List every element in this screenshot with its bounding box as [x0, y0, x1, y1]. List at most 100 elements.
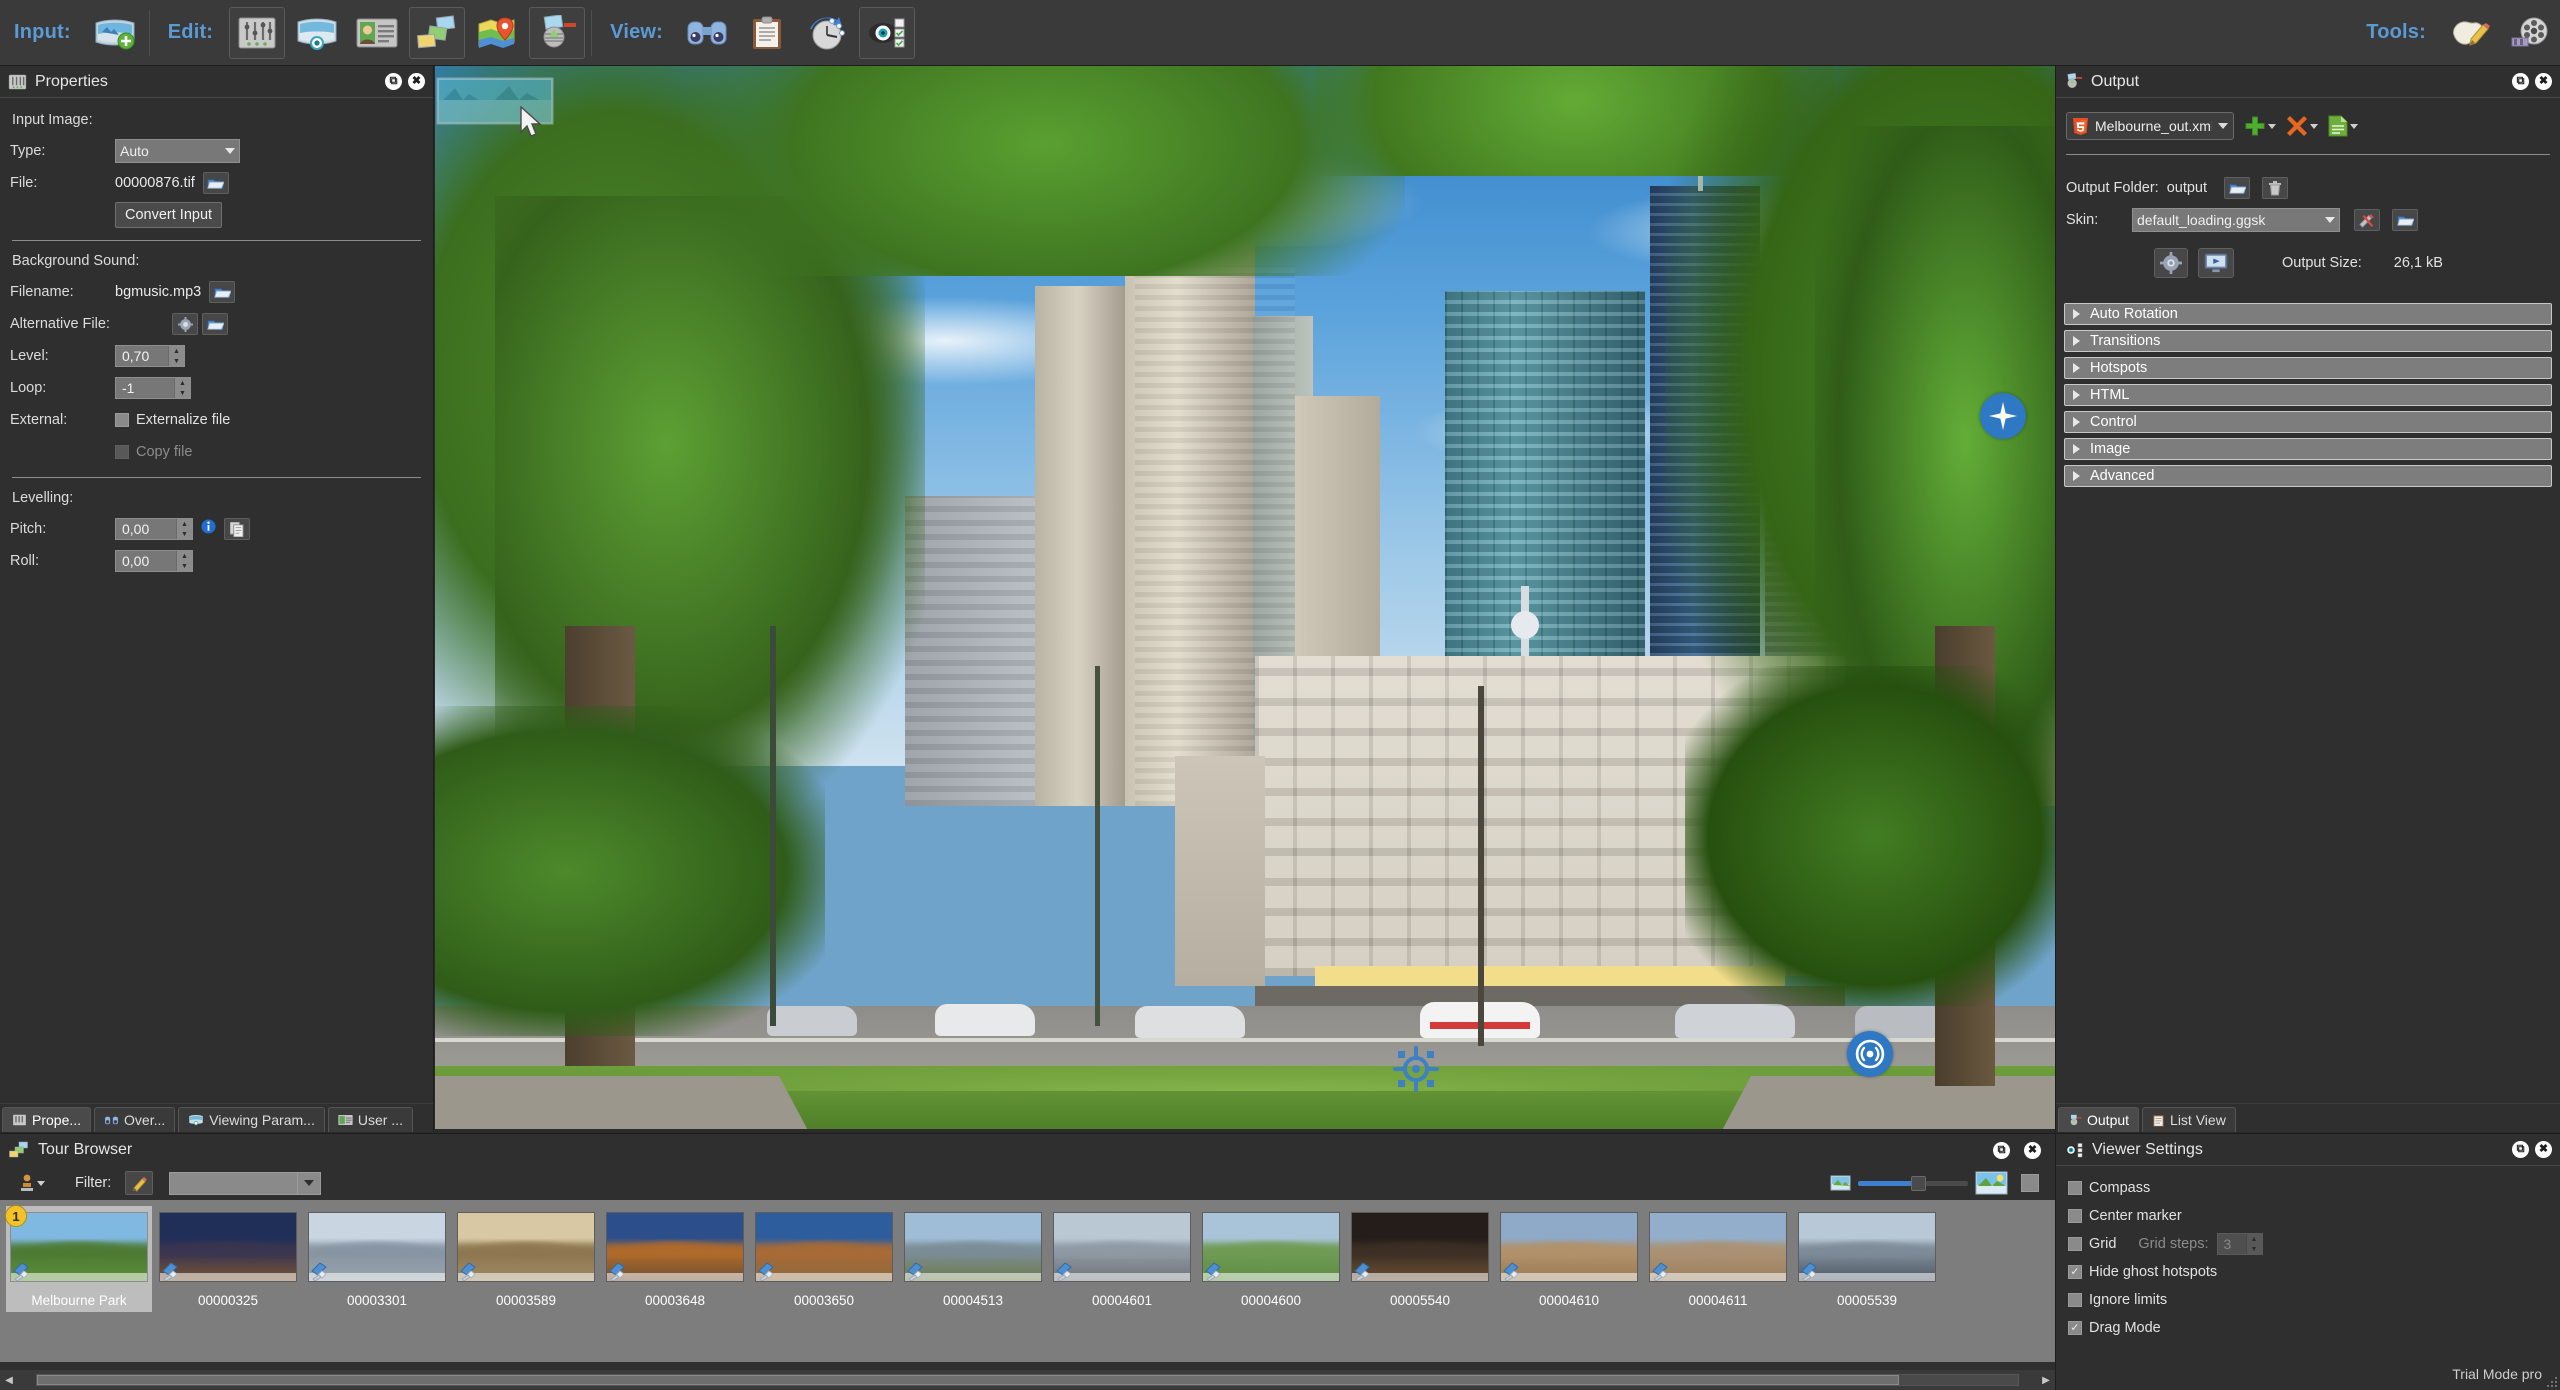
- thumbnail-size-slider[interactable]: [1830, 1171, 2039, 1195]
- output-document-button[interactable]: [2328, 115, 2358, 137]
- overview-button[interactable]: [679, 7, 735, 59]
- section-control[interactable]: Control: [2064, 411, 2552, 433]
- properties-button[interactable]: [229, 6, 286, 59]
- section-auto-rotation[interactable]: Auto Rotation: [2064, 303, 2552, 325]
- tour-node-thumbnail[interactable]: 00000325: [155, 1206, 301, 1312]
- stepper-up-icon[interactable]: ▲: [177, 519, 192, 529]
- sound-level-stepper[interactable]: 0,70 ▲ ▼: [115, 345, 185, 367]
- filter-input[interactable]: [169, 1171, 298, 1195]
- north-marker-hotspot[interactable]: [1980, 393, 2026, 439]
- remove-output-button[interactable]: [2286, 115, 2318, 137]
- tour-node-thumbnail[interactable]: 00003301: [304, 1206, 450, 1312]
- scroll-left-icon[interactable]: ◀: [0, 1371, 18, 1389]
- stepper-buttons[interactable]: ▲ ▼: [174, 378, 190, 398]
- filter-edit-button[interactable]: [125, 1171, 154, 1195]
- sound-loop-stepper[interactable]: -1 ▲ ▼: [115, 377, 191, 399]
- stepper-up-icon[interactable]: ▲: [169, 346, 184, 356]
- slider-knob[interactable]: [1910, 1175, 1926, 1191]
- option-ignore-limits[interactable]: Ignore limits: [2056, 1286, 2560, 1314]
- skin-editor-button[interactable]: [2442, 7, 2498, 59]
- skin-browse-button[interactable]: [2392, 209, 2418, 231]
- preview-output-button[interactable]: [2198, 248, 2234, 278]
- tab-list-view[interactable]: List View: [2142, 1107, 2236, 1132]
- option-drag-mode[interactable]: ✓ Drag Mode: [2056, 1314, 2560, 1342]
- roll-stepper[interactable]: 0,00 ▲ ▼: [115, 550, 193, 572]
- undock-icon[interactable]: ⧉: [1993, 1141, 2010, 1159]
- alternative-file-settings-button[interactable]: [172, 313, 198, 335]
- tour-node-thumbnail[interactable]: 00004611: [1645, 1206, 1791, 1312]
- section-hotspots[interactable]: Hotspots: [2064, 357, 2552, 379]
- tab-output[interactable]: Output: [2058, 1107, 2140, 1132]
- option-compass[interactable]: Compass: [2056, 1174, 2560, 1202]
- stepper-up-icon[interactable]: ▲: [177, 551, 192, 561]
- drag-mode-checkbox[interactable]: ✓: [2068, 1321, 2082, 1335]
- stepper-buttons[interactable]: ▲ ▼: [176, 519, 192, 539]
- levelling-copy-button[interactable]: [224, 518, 250, 540]
- output-folder-delete-button[interactable]: [2262, 177, 2289, 199]
- tour-node-thumbnail[interactable]: 00004601: [1049, 1206, 1195, 1312]
- tour-node-thumbnail[interactable]: 1 Melbourne Park: [5, 1205, 152, 1312]
- section-advanced[interactable]: Advanced: [2064, 465, 2552, 487]
- animation-editor-button[interactable]: [799, 7, 855, 59]
- scrollbar-thumb[interactable]: [37, 1375, 1900, 1385]
- tour-node-thumbnail[interactable]: 00003650: [751, 1206, 897, 1312]
- output-preset-select[interactable]: Melbourne_out.xml: [2066, 112, 2234, 140]
- add-output-button[interactable]: [2244, 115, 2276, 137]
- stepper-down-icon[interactable]: ▼: [2247, 1244, 2262, 1254]
- viewing-parameters-button[interactable]: [289, 7, 345, 59]
- tab-properties[interactable]: Prope...: [2, 1107, 92, 1132]
- node-user-menu-button[interactable]: [20, 1174, 45, 1192]
- tour-node-thumbnail[interactable]: 00004513: [900, 1206, 1046, 1312]
- section-transitions[interactable]: Transitions: [2064, 330, 2552, 352]
- tour-node-thumbnail[interactable]: 00004600: [1198, 1206, 1344, 1312]
- option-center-marker[interactable]: Center marker: [2056, 1202, 2560, 1230]
- video-export-button[interactable]: [2502, 7, 2558, 59]
- stepper-down-icon[interactable]: ▼: [175, 388, 190, 398]
- output-folder-browse-button[interactable]: [2224, 177, 2251, 199]
- compass-checkbox[interactable]: [2068, 1181, 2082, 1195]
- close-icon[interactable]: ✖: [2535, 1141, 2552, 1158]
- stepper-buttons[interactable]: ▲ ▼: [2245, 1234, 2262, 1254]
- grid-steps-stepper[interactable]: 3 ▲ ▼: [2216, 1233, 2263, 1255]
- tour-node-thumbnail[interactable]: 00003589: [453, 1206, 599, 1312]
- levelling-info-button[interactable]: [201, 519, 216, 539]
- section-html[interactable]: HTML: [2064, 384, 2552, 406]
- stepper-up-icon[interactable]: ▲: [2247, 1234, 2262, 1244]
- skin-select[interactable]: default_loading.ggsk: [2132, 208, 2340, 232]
- tour-node-thumbnail[interactable]: 00003648: [602, 1206, 748, 1312]
- stepper-up-icon[interactable]: ▲: [175, 378, 190, 388]
- section-image[interactable]: Image: [2064, 438, 2552, 460]
- close-icon[interactable]: ✖: [2535, 73, 2552, 90]
- pitch-stepper[interactable]: 0,00 ▲ ▼: [115, 518, 193, 540]
- skin-edit-button[interactable]: [2354, 209, 2380, 231]
- scrollbar-track[interactable]: [36, 1374, 2019, 1386]
- thumbnail-view-toggle[interactable]: [2021, 1174, 2039, 1192]
- tour-node-thumbnail[interactable]: 00005539: [1794, 1206, 1940, 1312]
- undock-icon[interactable]: ⧉: [2512, 1141, 2529, 1158]
- viewer-settings-button[interactable]: [859, 6, 916, 59]
- stepper-down-icon[interactable]: ▼: [169, 356, 184, 366]
- input-file-browse-button[interactable]: [202, 172, 229, 194]
- map-editor-button[interactable]: [469, 7, 525, 59]
- tab-overview[interactable]: Over...: [94, 1107, 176, 1132]
- alternative-file-browse-button[interactable]: [202, 313, 228, 335]
- convert-input-button[interactable]: Convert Input: [115, 202, 223, 228]
- center-marker-checkbox[interactable]: [2068, 1209, 2082, 1223]
- tour-node-thumbnail[interactable]: 00004610: [1496, 1206, 1642, 1312]
- ignore-limits-checkbox[interactable]: [2068, 1293, 2082, 1307]
- option-hide-ghost-hotspots[interactable]: ✓ Hide ghost hotspots: [2056, 1258, 2560, 1286]
- tab-viewing-parameters[interactable]: Viewing Param...: [178, 1107, 325, 1132]
- externalize-file-checkbox[interactable]: [115, 413, 129, 427]
- close-icon[interactable]: ✖: [408, 73, 425, 90]
- copy-file-checkbox[interactable]: [115, 445, 129, 459]
- stepper-buttons[interactable]: ▲ ▼: [176, 551, 192, 571]
- tour-browser-horizontal-scrollbar[interactable]: ◀ ▶: [0, 1370, 2055, 1390]
- grid-checkbox[interactable]: [2068, 1237, 2082, 1251]
- undock-icon[interactable]: ⧉: [385, 73, 402, 90]
- stepper-down-icon[interactable]: ▼: [177, 561, 192, 571]
- tour-node-thumbnail-strip[interactable]: 1 Melbourne Park 00000325 00003301 00003589 0…: [0, 1200, 2055, 1362]
- option-grid[interactable]: Grid Grid steps: 3 ▲ ▼: [2056, 1230, 2560, 1258]
- scroll-right-icon[interactable]: ▶: [2037, 1371, 2055, 1389]
- panorama-image[interactable]: [435, 66, 2055, 1129]
- hide-ghost-hotspots-checkbox[interactable]: ✓: [2068, 1265, 2082, 1279]
